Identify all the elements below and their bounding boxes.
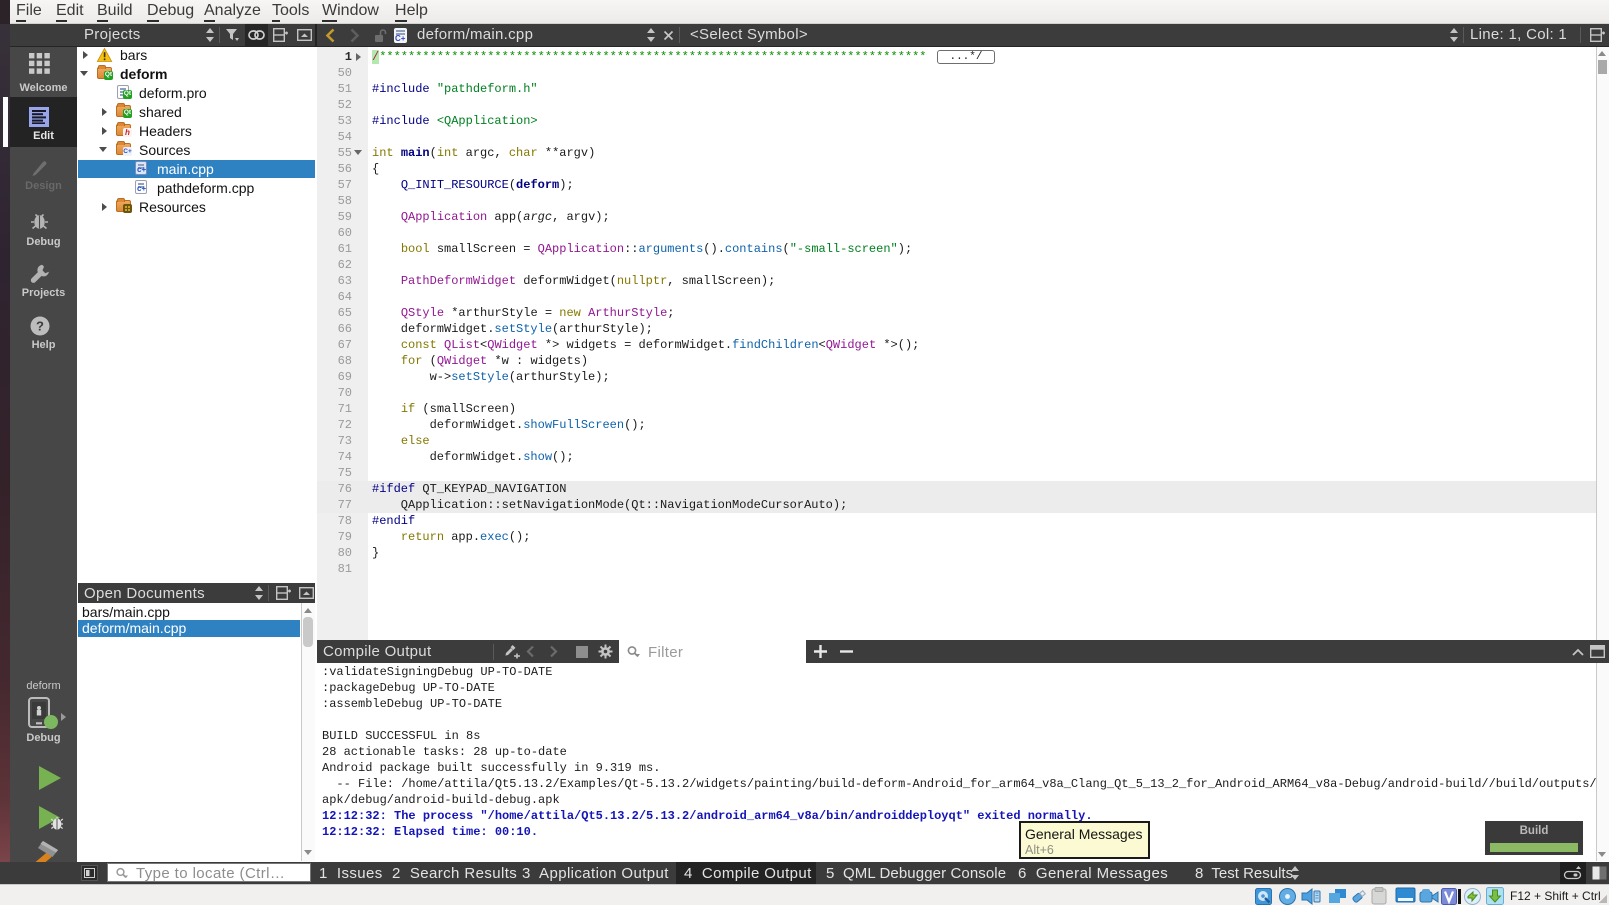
svg-text:?: ? [36,319,44,334]
